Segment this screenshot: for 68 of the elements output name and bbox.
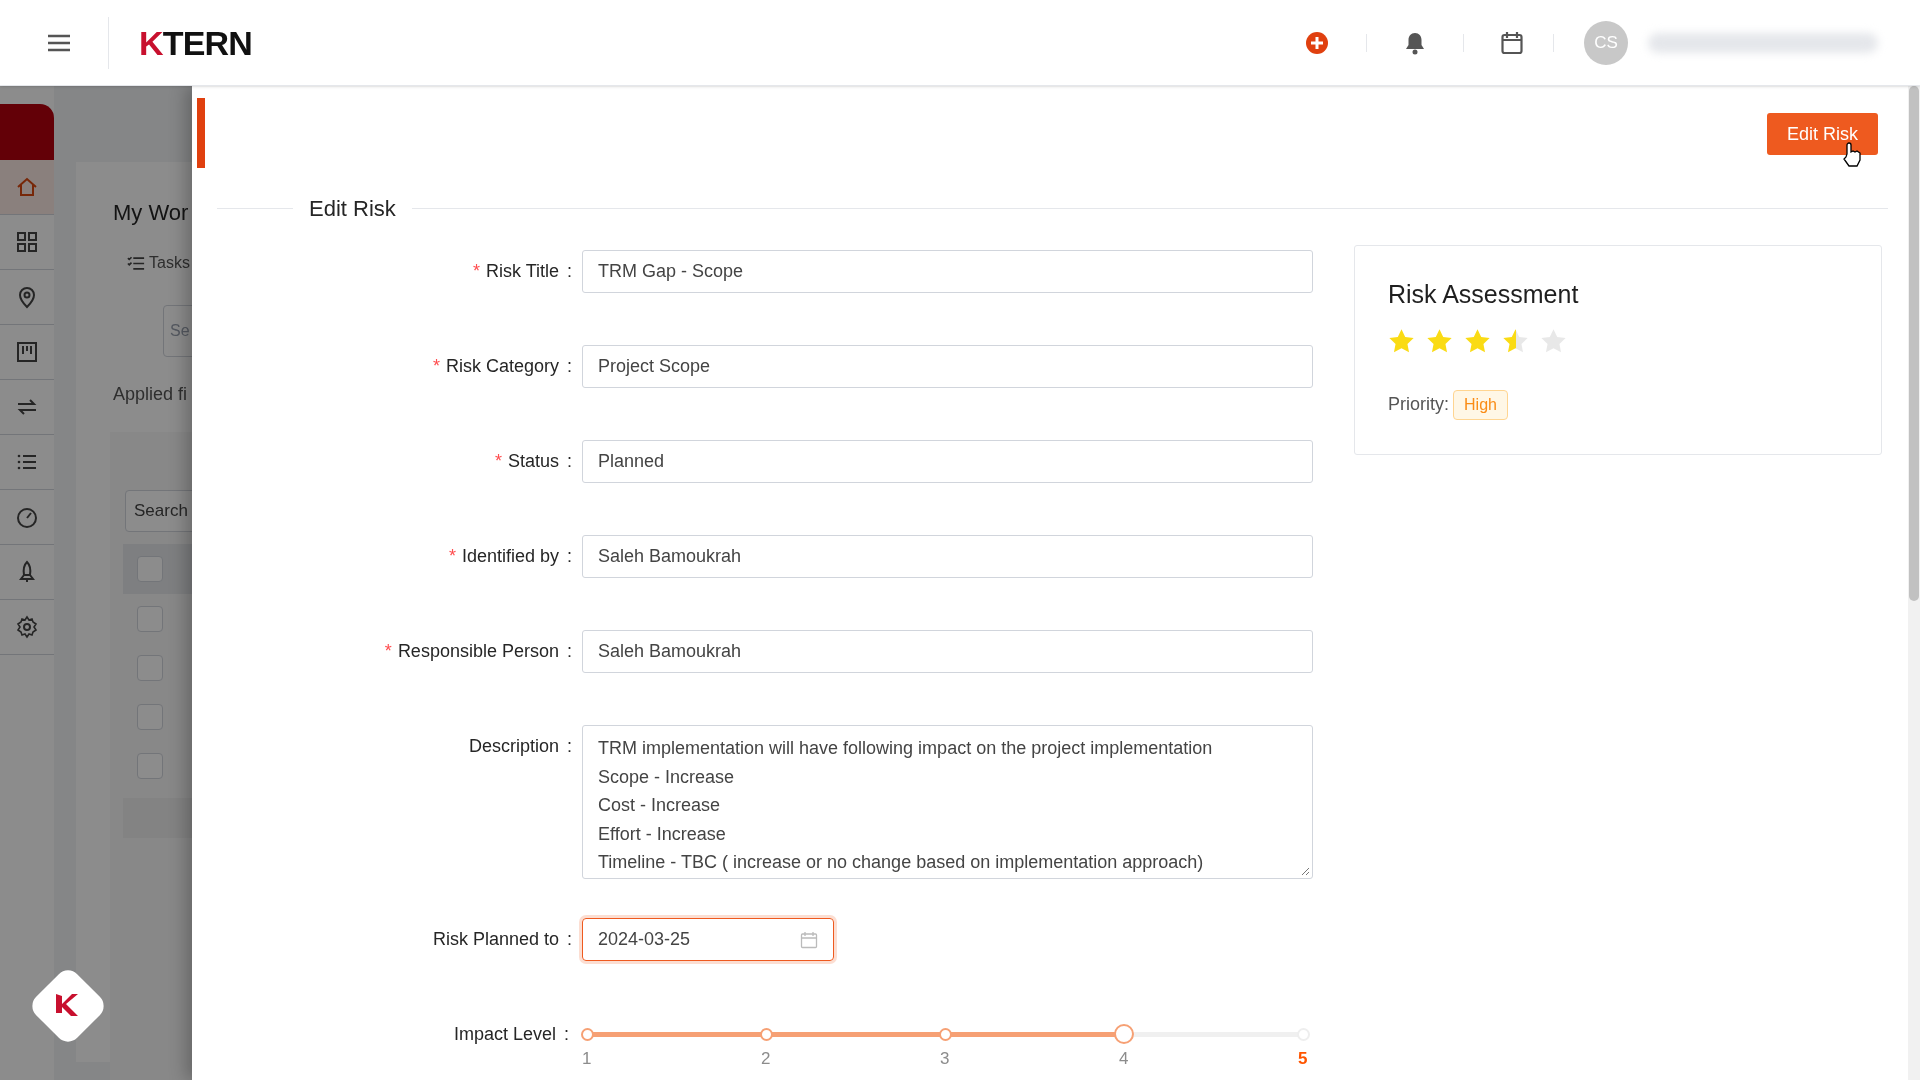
star-icon[interactable] [1388,327,1415,354]
row-checkbox[interactable] [137,654,163,681]
card-title: Risk Assessment [1388,279,1579,310]
label-colon: : [564,1023,569,1046]
text-input[interactable]: Planned [582,440,1313,483]
label-colon: : [567,545,572,568]
slider-thumb[interactable] [1114,1024,1134,1044]
field-label: Risk Title [485,260,559,283]
required-mark: * [384,640,392,663]
required-mark: * [448,545,456,568]
grid-icon [15,230,39,254]
resize-handle-icon[interactable] [1300,866,1310,876]
field-label: Responsible Person [397,640,559,663]
field-label: Identified by [461,545,559,568]
label-colon: : [567,355,572,378]
priority-tag: High [1453,389,1508,420]
logo: KTERN [139,25,252,60]
star-rating[interactable] [1388,327,1567,354]
required-mark: * [432,355,440,378]
field-label: Risk Planned to [432,928,559,951]
star-icon[interactable] [1502,327,1529,354]
slider-mark-label: 4 [1119,1048,1129,1070]
date-field[interactable]: 2024-03-25 [582,918,834,961]
field-label: Risk Category [445,355,559,378]
required-mark: * [472,260,480,283]
notification-icon[interactable] [1404,30,1426,55]
checklist-icon [127,255,145,271]
settings-icon [15,615,39,639]
text-input[interactable]: TRM Gap - Scope [582,250,1313,293]
pointer-cursor-icon [1841,142,1863,168]
field-label: Impact Level [453,1023,556,1046]
home-icon [15,175,39,199]
label-colon: : [567,928,572,951]
row-checkbox[interactable] [137,556,163,582]
board-icon [15,340,39,364]
slider-mark-label: 2 [761,1048,771,1070]
priority-label: Priority: [1388,393,1449,416]
label-colon: : [567,450,572,473]
page-title: My Wor [113,199,189,227]
calendar-icon[interactable] [1501,30,1523,55]
add-icon[interactable] [1305,30,1329,55]
applied-filters-label: Applied fi [113,383,188,406]
section-title: Edit Risk [308,195,397,223]
accent-bar [197,98,205,168]
row-checkbox[interactable] [137,703,163,730]
label-colon: : [567,260,572,283]
star-icon[interactable] [1464,327,1491,354]
table-search-field[interactable]: Search [125,490,192,532]
sidebar-header [0,104,54,160]
text-input[interactable]: Project Scope [582,345,1313,388]
label-colon: : [567,640,572,663]
field-label: Description [468,735,559,758]
slider-mark-label: 5 [1298,1048,1308,1070]
description-textarea[interactable]: TRM implementation will have following impact on the project implementation Scope - Increase Cost - Increase Effort - Increase Timeline - TBC ( increase or no change based on implementation approach) [582,725,1313,879]
gauge-icon [15,505,39,529]
row-checkbox[interactable] [137,605,163,632]
slider-mark-label: 1 [582,1048,592,1070]
label-colon: : [567,735,572,758]
required-mark: * [494,450,502,473]
text-input[interactable]: Saleh Bamoukrah [582,630,1313,673]
row-checkbox[interactable] [137,752,163,779]
sidebar-item[interactable] [0,160,54,215]
slider-mark-label: 3 [940,1048,950,1070]
star-icon[interactable] [1426,327,1453,354]
field-label: Status [507,450,559,473]
tasks-tab[interactable]: Tasks [149,251,190,275]
text-input[interactable]: Saleh Bamoukrah [582,535,1313,578]
scrollbar-thumb[interactable] [1909,86,1919,601]
